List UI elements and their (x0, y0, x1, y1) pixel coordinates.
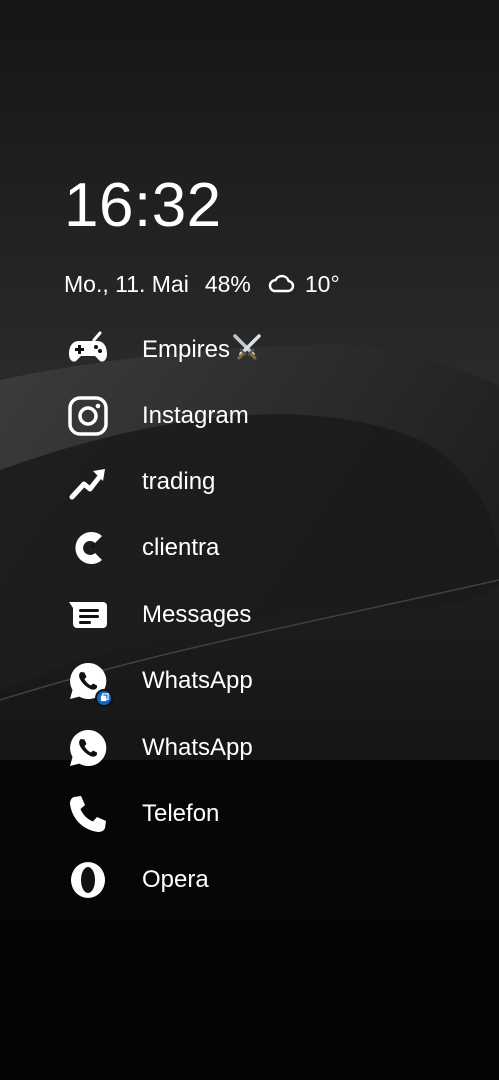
instagram-icon (66, 394, 110, 438)
app-item-clientra[interactable]: clientra (0, 515, 499, 581)
app-label: Opera (142, 866, 209, 894)
date-label[interactable]: Mo., 11. Mai (64, 270, 189, 298)
temperature-label[interactable]: 10° (305, 270, 340, 298)
status-info-row: Mo., 11. Mai 48% 10° (64, 270, 340, 298)
app-item-empires[interactable]: Empires (0, 316, 499, 382)
clientra-icon (66, 526, 110, 570)
app-label: trading (142, 467, 216, 495)
clone-app-badge-icon (95, 688, 113, 707)
app-label: Instagram (142, 401, 249, 429)
app-item-whatsapp[interactable]: WhatsApp (0, 714, 499, 780)
app-label: Messages (142, 600, 252, 628)
app-item-telefon[interactable]: Telefon (0, 781, 499, 847)
app-label: Telefon (142, 799, 220, 827)
app-label: Empires (142, 333, 263, 365)
phone-icon (66, 792, 110, 836)
app-label: clientra (142, 534, 220, 562)
battery-level: 48% (204, 271, 251, 297)
app-label: WhatsApp (142, 733, 253, 761)
app-item-instagram[interactable]: Instagram (0, 382, 499, 448)
gamepad-icon (66, 327, 110, 371)
favorite-apps-list: Empires Instagram trading clientra Messa… (0, 316, 499, 914)
cloud-icon (267, 274, 295, 294)
crossed-swords-icon (231, 333, 263, 361)
whatsapp-icon (66, 726, 110, 770)
app-item-trading[interactable]: trading (0, 449, 499, 515)
message-icon (66, 593, 110, 637)
app-item-opera[interactable]: Opera (0, 847, 499, 913)
trending-up-icon (66, 460, 110, 504)
app-item-messages[interactable]: Messages (0, 582, 499, 648)
app-label: WhatsApp (142, 667, 253, 695)
app-item-whatsapp-clone[interactable]: WhatsApp (0, 648, 499, 714)
clock-time[interactable]: 16:32 (64, 175, 222, 237)
opera-icon (66, 858, 110, 902)
